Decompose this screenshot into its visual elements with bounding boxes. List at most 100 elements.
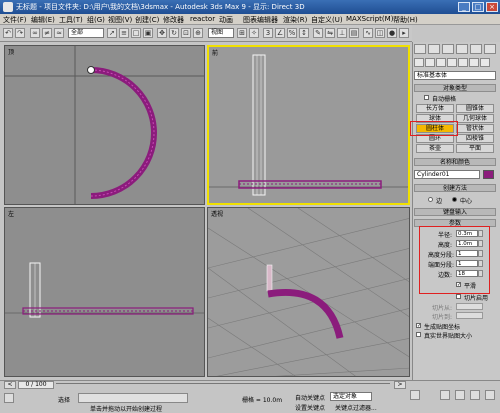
auto-grid-checkbox[interactable] [424, 95, 429, 100]
menu-help[interactable]: 帮助(H) [393, 15, 418, 25]
real-world-checkbox[interactable] [416, 332, 421, 337]
pyramid-button[interactable]: 四棱锥 [456, 134, 494, 143]
pan-icon[interactable] [455, 390, 465, 400]
time-track[interactable] [56, 383, 390, 388]
helpers-icon[interactable] [458, 58, 468, 67]
named-selection-icon[interactable]: ✎ [313, 28, 323, 38]
selected-filter-dropdown[interactable]: 选定对象 [330, 392, 372, 401]
cone-button[interactable]: 圆锥体 [456, 104, 494, 113]
select-scale-icon[interactable]: ⊡ [181, 28, 191, 38]
center-radio[interactable] [452, 197, 457, 202]
undo-icon[interactable]: ↶ [3, 28, 13, 38]
category-dropdown[interactable]: 标准基本体 [414, 71, 496, 80]
window-crossing-icon[interactable]: ▣ [143, 28, 153, 38]
menu-modifiers[interactable]: 修改器 [163, 15, 184, 25]
create-tab-icon[interactable] [414, 44, 426, 54]
object-color-swatch[interactable] [483, 170, 494, 179]
time-prev-icon[interactable]: < [4, 381, 16, 389]
select-rotate-icon[interactable]: ↻ [169, 28, 179, 38]
viewport-front[interactable]: 前 [207, 45, 410, 205]
creation-method-rollout[interactable]: 创建方法 [414, 184, 496, 192]
manipulate-mode-icon[interactable]: ✧ [249, 28, 259, 38]
auto-key-button[interactable]: 自动关键点 [295, 393, 325, 402]
play-icon[interactable] [410, 390, 420, 400]
name-color-rollout[interactable]: 名称和颜色 [414, 158, 496, 166]
plane-button[interactable]: 平面 [456, 144, 494, 153]
redo-icon[interactable]: ↷ [15, 28, 25, 38]
minimize-button[interactable]: _ [458, 2, 470, 12]
zoom-icon[interactable] [440, 390, 450, 400]
display-tab-icon[interactable] [470, 44, 482, 54]
slice-from-input[interactable] [456, 303, 483, 310]
reference-coord-dropdown[interactable]: 视图 [208, 28, 234, 38]
shapes-icon[interactable] [425, 58, 435, 67]
motion-tab-icon[interactable] [456, 44, 468, 54]
viewport-top[interactable]: 顶 [4, 45, 205, 205]
menu-views[interactable]: 视图(V) [108, 15, 132, 25]
modify-tab-icon[interactable] [428, 44, 440, 54]
menu-tools[interactable]: 工具(T) [59, 15, 83, 25]
time-next-icon[interactable]: > [394, 381, 406, 389]
select-object-icon[interactable]: ➚ [107, 28, 117, 38]
edge-radio[interactable] [428, 197, 433, 202]
viewport-left[interactable]: 左 [4, 207, 205, 377]
maximize-viewport-icon[interactable] [485, 390, 495, 400]
unlink-icon[interactable]: ≠ [42, 28, 52, 38]
viewport-left-canvas [5, 262, 204, 318]
menu-group[interactable]: 组(G) [87, 15, 105, 25]
slice-on-checkbox[interactable] [456, 294, 461, 299]
menu-rendering[interactable]: 渲染(R) [283, 15, 307, 25]
set-key-button[interactable]: 设置关键点 [295, 403, 325, 412]
render-icon[interactable]: ▸ [399, 28, 409, 38]
close-button[interactable]: × [486, 2, 498, 12]
hierarchy-tab-icon[interactable] [442, 44, 454, 54]
maxscript-listener-icon[interactable] [4, 393, 14, 403]
curve-editor-icon[interactable]: ∿ [363, 28, 373, 38]
snap-toggle-icon[interactable]: 3 [263, 28, 273, 38]
manipulate-icon[interactable]: ⊕ [193, 28, 203, 38]
pivot-center-icon[interactable]: ⊞ [237, 28, 247, 38]
menu-reactor[interactable]: reactor [190, 15, 215, 23]
select-by-name-icon[interactable]: ≡ [119, 28, 129, 38]
percent-snap-icon[interactable]: % [287, 28, 297, 38]
menu-animation[interactable]: 动画 [219, 15, 233, 25]
menu-maxscript[interactable]: MAXScript(M) [346, 15, 393, 23]
geometry-icon[interactable] [414, 58, 424, 67]
viewport-perspective[interactable]: 透视 [207, 207, 410, 377]
select-move-icon[interactable]: ✥ [157, 28, 167, 38]
object-name-input[interactable]: Cylinder01 [414, 170, 480, 179]
selection-filter-dropdown[interactable]: 全部 [68, 28, 104, 38]
geosphere-button[interactable]: 几何球体 [456, 114, 494, 123]
select-link-icon[interactable]: ∞ [30, 28, 40, 38]
menu-file[interactable]: 文件(F) [3, 15, 27, 25]
slice-to-input[interactable] [456, 312, 483, 319]
time-slider[interactable]: 0 / 100 [18, 381, 54, 389]
key-filters-button[interactable]: 关键点过滤器... [335, 403, 377, 412]
menu-customize[interactable]: 自定义(U) [311, 15, 343, 25]
align-icon[interactable]: ⊥ [337, 28, 347, 38]
object-type-rollout[interactable]: 对象类型 [414, 84, 496, 92]
menu-edit[interactable]: 编辑(E) [31, 15, 55, 25]
lights-icon[interactable] [436, 58, 446, 67]
bind-space-warp-icon[interactable]: ≈ [54, 28, 64, 38]
spacewarps-icon[interactable] [469, 58, 479, 67]
gen-mapping-checkbox[interactable]: ✓ [416, 323, 421, 329]
menu-create[interactable]: 创建(C) [135, 15, 159, 25]
angle-snap-icon[interactable]: ∠ [275, 28, 285, 38]
maximize-button[interactable]: □ [472, 2, 484, 12]
schematic-view-icon[interactable]: ◫ [375, 28, 385, 38]
mirror-icon[interactable]: ⇋ [325, 28, 335, 38]
orbit-icon[interactable] [470, 390, 480, 400]
keyboard-entry-rollout[interactable]: 键盘输入 [414, 208, 496, 216]
material-editor-icon[interactable]: ● [387, 28, 397, 38]
systems-icon[interactable] [480, 58, 490, 67]
tube-button[interactable]: 管状体 [456, 124, 494, 133]
spinner-snap-icon[interactable]: ↕ [299, 28, 309, 38]
rect-selection-icon[interactable]: □ [131, 28, 141, 38]
cameras-icon[interactable] [447, 58, 457, 67]
utilities-tab-icon[interactable] [484, 44, 496, 54]
box-button[interactable]: 长方体 [416, 104, 454, 113]
menu-graph-editors[interactable]: 图表编辑器 [243, 15, 278, 25]
layer-manager-icon[interactable]: ▤ [349, 28, 359, 38]
teapot-button[interactable]: 茶壶 [416, 144, 454, 153]
